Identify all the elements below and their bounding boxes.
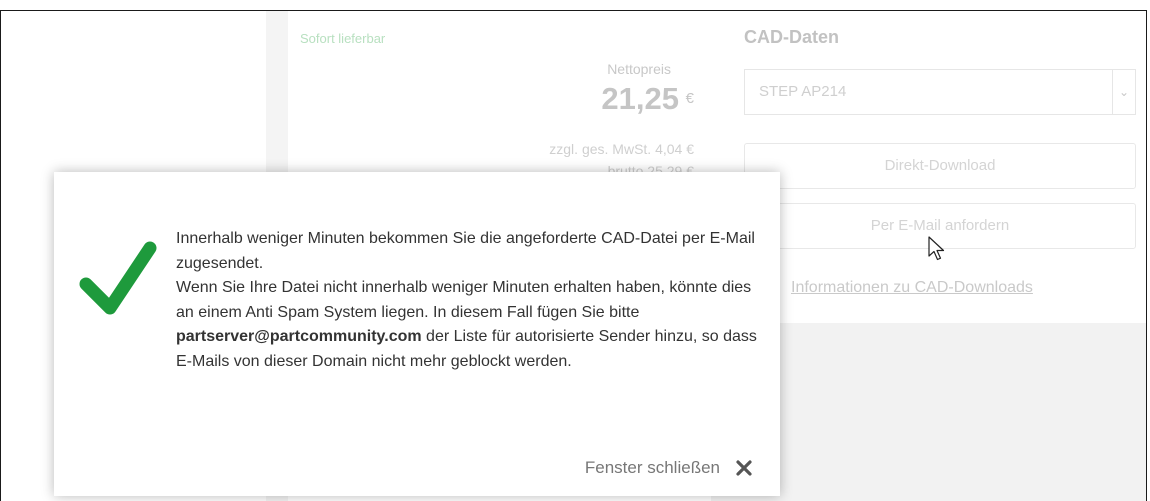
cad-format-select[interactable]: STEP AP214 ⌄ (744, 69, 1136, 115)
net-price-label: Nettopreis (607, 61, 671, 77)
whitelist-email: partserver@partcommunity.com (176, 328, 422, 345)
message-line-1: Innerhalb weniger Minuten bekommen Sie d… (176, 230, 755, 272)
vat-line: zzgl. ges. MwSt. 4,04 € (549, 141, 694, 157)
mouse-cursor-icon (928, 236, 945, 261)
email-confirmation-dialog: Innerhalb weniger Minuten bekommen Sie d… (54, 172, 780, 496)
cad-format-value: STEP AP214 (759, 83, 847, 100)
close-dialog-label[interactable]: Fenster schließen (585, 458, 720, 478)
availability-label: Sofort lieferbar (300, 31, 386, 46)
cad-info-link[interactable]: Informationen zu CAD-Downloads (791, 279, 1033, 297)
direct-download-button[interactable]: Direkt-Download (744, 143, 1136, 189)
price-value: 21,25 (601, 81, 679, 116)
checkmark-icon (79, 241, 157, 315)
cad-title: CAD-Daten (744, 27, 840, 47)
close-dialog-button[interactable]: Fenster schließen (585, 456, 752, 480)
dialog-message: Innerhalb weniger Minuten bekommen Sie d… (176, 227, 766, 374)
chevron-down-icon: ⌄ (1112, 70, 1135, 114)
price-currency: € (685, 90, 694, 107)
close-icon[interactable] (736, 460, 752, 476)
message-line-2: Wenn Sie Ihre Datei nicht innerhalb weni… (176, 279, 757, 370)
